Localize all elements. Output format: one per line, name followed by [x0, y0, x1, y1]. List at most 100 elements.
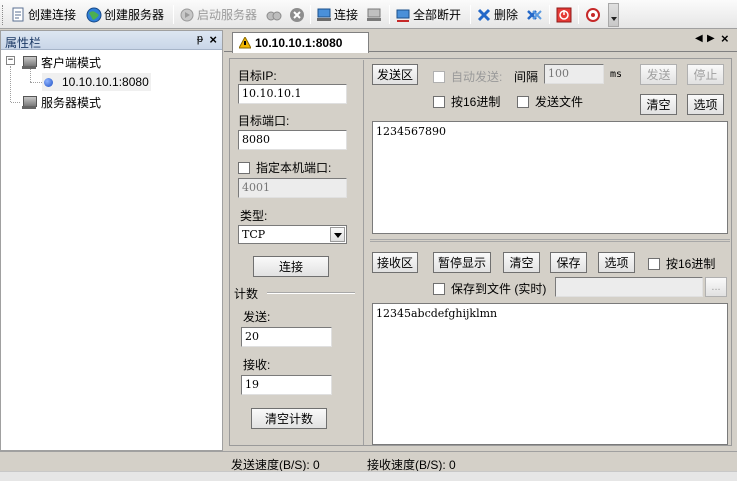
send-hex-checkbox[interactable]: 按16进制: [433, 93, 500, 110]
tab-scroll-left-icon[interactable]: ◀: [695, 33, 703, 44]
tab-close-icon[interactable]: ×: [721, 31, 729, 46]
type-select-value: TCP: [242, 228, 266, 241]
pause-display-button[interactable]: 暂停显示: [433, 252, 491, 273]
server-start-icon: [179, 7, 195, 23]
save-file-path-input[interactable]: [555, 277, 703, 297]
pane-splitter[interactable]: [370, 239, 730, 242]
network-connect-icon: [316, 7, 332, 23]
disconnect-button[interactable]: [366, 4, 384, 25]
power-button[interactable]: [556, 4, 574, 25]
target-port-label: 目标端口:: [238, 114, 290, 128]
browse-button[interactable]: ...: [705, 277, 727, 297]
tree-connector: [11, 102, 20, 103]
properties-panel: 属性栏 ᵽ × − 客户端模式 10.10.10.1:8080 服务器模式: [0, 30, 223, 451]
tree-item-label: 10.10.10.1:8080: [62, 75, 149, 89]
connect-button[interactable]: 连接: [316, 4, 358, 25]
send-count-label: 发送:: [243, 310, 271, 324]
auto-send-label: 自动发送:: [451, 70, 503, 84]
receive-options-button[interactable]: 选项: [598, 252, 635, 273]
count-group-line: [267, 292, 355, 294]
clear-count-button[interactable]: 清空计数: [251, 408, 327, 429]
target-port-input[interactable]: 8080: [238, 130, 347, 150]
auto-send-checkbox[interactable]: 自动发送:: [433, 68, 502, 85]
warning-icon: [238, 35, 252, 49]
interval-unit: ms: [610, 69, 623, 80]
tree-connector: [10, 66, 11, 102]
help-button[interactable]: [585, 4, 603, 25]
pin-icon[interactable]: ᵽ: [197, 33, 203, 45]
delete-label: 删除: [494, 8, 519, 22]
connection-settings: 目标IP: 10.10.10.1 目标端口: 8080 指定本机端口: 4001…: [231, 60, 364, 445]
connect-button[interactable]: 连接: [253, 256, 329, 277]
create-connection-button[interactable]: 创建连接: [10, 4, 76, 25]
toolbar-separator: [549, 5, 550, 24]
tree-item-client-connection[interactable]: 10.10.10.1:8080: [42, 73, 151, 91]
start-server-label: 启动服务器: [197, 8, 258, 22]
interval-input[interactable]: 100: [544, 64, 604, 84]
disconnect-all-icon: [395, 7, 411, 23]
send-area-button[interactable]: 发送区: [372, 64, 418, 85]
receive-textarea[interactable]: 12345abcdefghijklmn: [372, 303, 728, 445]
connection-panel: 目标IP: 10.10.10.1 目标端口: 8080 指定本机端口: 4001…: [229, 58, 732, 446]
tree-item-server-mode[interactable]: 服务器模式: [22, 93, 101, 111]
tab-connection[interactable]: 10.10.10.1:8080: [232, 32, 369, 53]
stop-server-button[interactable]: [266, 4, 284, 25]
type-select[interactable]: TCP: [238, 225, 347, 244]
new-connection-icon: [10, 7, 26, 23]
tree-collapse-toggle[interactable]: −: [6, 56, 15, 65]
checkbox-box: [648, 257, 660, 270]
create-connection-label: 创建连接: [28, 8, 77, 22]
delete-all-button[interactable]: [526, 4, 544, 25]
local-port-checkbox[interactable]: 指定本机端口:: [238, 159, 331, 176]
create-server-button[interactable]: 创建服务器: [86, 4, 164, 25]
delete-button[interactable]: 删除: [476, 4, 518, 25]
delete-all-icon: [526, 7, 542, 23]
checkbox-box: [238, 161, 250, 174]
save-button[interactable]: 保存: [550, 252, 587, 273]
start-server-button[interactable]: 启动服务器: [179, 4, 257, 25]
close-icon[interactable]: ×: [209, 32, 217, 47]
toolbar-overflow-button[interactable]: [608, 3, 619, 27]
interval-label: 间隔: [514, 70, 539, 84]
help-icon: [585, 7, 601, 23]
receive-hex-label: 按16进制: [666, 257, 716, 271]
properties-panel-header: 属性栏 ᵽ ×: [1, 31, 222, 50]
disconnect-all-button[interactable]: 全部断开: [395, 4, 461, 25]
send-file-label: 发送文件: [535, 95, 584, 109]
create-server-label: 创建服务器: [104, 8, 165, 22]
send-options-button[interactable]: 选项: [687, 94, 724, 115]
power-icon: [556, 7, 572, 23]
stop-button[interactable]: 停止: [687, 64, 724, 85]
toolbar-grip[interactable]: [2, 5, 5, 25]
send-count-input[interactable]: 20: [241, 327, 332, 347]
checkbox-box: [517, 95, 529, 108]
tab-scroll-right-icon[interactable]: ▶: [707, 33, 715, 44]
save-to-file-checkbox[interactable]: 保存到文件 (实时): [433, 280, 546, 297]
target-ip-input[interactable]: 10.10.10.1: [238, 84, 347, 104]
recv-count-input[interactable]: 19: [241, 375, 332, 395]
toolbar-separator: [578, 5, 579, 24]
send-button[interactable]: 发送: [640, 64, 677, 85]
local-port-label: 指定本机端口:: [256, 161, 332, 175]
toolbar-separator: [389, 5, 390, 24]
recv-count-label: 接收:: [243, 358, 271, 372]
connection-dot-icon: [44, 77, 53, 87]
send-file-checkbox[interactable]: 发送文件: [517, 93, 583, 110]
send-clear-button[interactable]: 清空: [640, 94, 677, 115]
type-label: 类型:: [240, 209, 268, 223]
disconnect-all-label: 全部断开: [413, 8, 462, 22]
target-ip-label: 目标IP:: [238, 69, 277, 83]
tree-item-client-mode[interactable]: 客户端模式: [22, 53, 101, 71]
receive-clear-button[interactable]: 清空: [503, 252, 540, 273]
tree-item-label: 客户端模式: [41, 55, 102, 70]
globe-icon: [86, 7, 102, 23]
receive-area-button[interactable]: 接收区: [372, 252, 418, 273]
tab-bar: 10.10.10.1:8080 ◀ ▶ ×: [224, 30, 737, 53]
send-hex-label: 按16进制: [451, 95, 501, 109]
receive-hex-checkbox[interactable]: 按16进制: [648, 255, 715, 272]
save-to-file-label: 保存到文件 (实时): [451, 282, 547, 296]
send-textarea[interactable]: 1234567890: [372, 121, 728, 234]
local-port-input[interactable]: 4001: [238, 178, 347, 198]
cancel-button[interactable]: [289, 4, 307, 25]
checkbox-box: [433, 95, 445, 108]
